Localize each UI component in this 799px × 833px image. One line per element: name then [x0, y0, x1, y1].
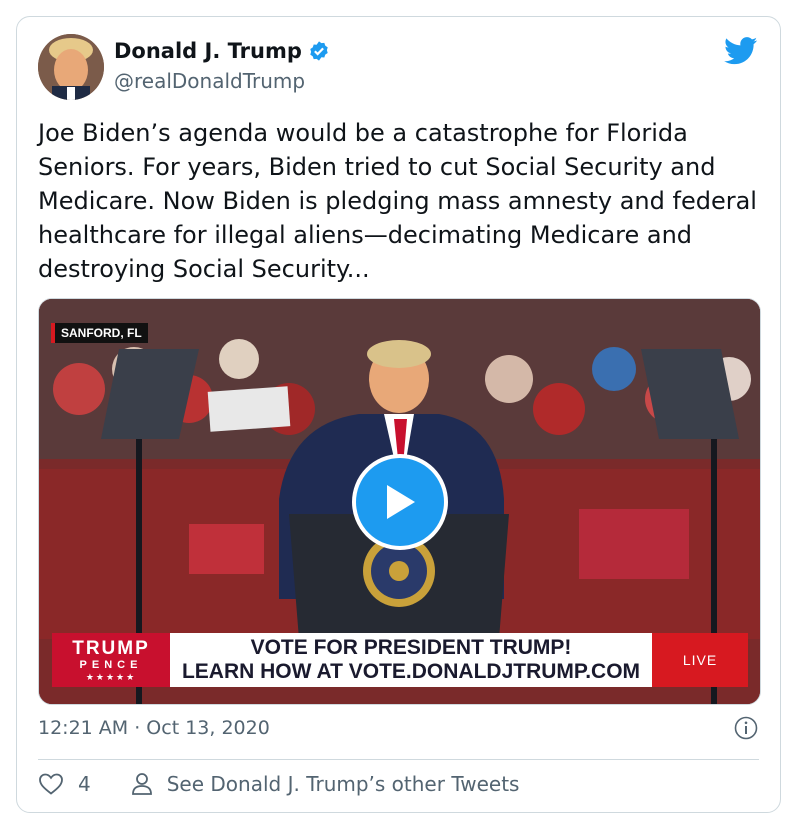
play-button[interactable]	[352, 454, 448, 550]
tweet-actions: 4 See Donald J. Trump’s other Tweets	[38, 772, 519, 796]
avatar[interactable]	[38, 34, 104, 100]
trump-pence-logo: TRUMP PENCE ★★★★★	[52, 633, 170, 687]
play-icon	[387, 485, 415, 519]
author-name-row[interactable]: Donald J. Trump	[114, 39, 330, 63]
heart-icon[interactable]	[38, 772, 64, 796]
banner-brand-line2: PENCE	[79, 658, 143, 671]
author-handle[interactable]: @realDonaldTrump	[114, 69, 305, 93]
verified-badge-icon	[310, 41, 328, 61]
like-count: 4	[78, 772, 91, 796]
info-icon[interactable]	[734, 716, 758, 740]
banner-brand-line1: TRUMP	[72, 637, 150, 659]
banner-line1: VOTE FOR PRESIDENT TRUMP!	[250, 636, 572, 659]
banner-message: VOTE FOR PRESIDENT TRUMP! LEARN HOW AT V…	[170, 633, 652, 687]
banner-brand-stars: ★★★★★	[85, 671, 137, 682]
tweet-card: Donald J. Trump @realDonaldTrump Joe Bid…	[16, 16, 781, 813]
see-other-tweets-link[interactable]: See Donald J. Trump’s other Tweets	[167, 772, 520, 796]
twitter-bird-icon[interactable]	[724, 37, 758, 65]
banner-line2: LEARN HOW AT VOTE.DONALDJTRUMP.COM	[181, 660, 641, 683]
tweet-timestamp[interactable]: 12:21 AM · Oct 13, 2020	[38, 717, 270, 739]
author-name[interactable]: Donald J. Trump	[114, 39, 302, 63]
video-player[interactable]: SANFORD, FL TRUMP PENCE ★★★★★ VOTE FOR P…	[38, 298, 761, 705]
live-badge: LIVE	[652, 633, 748, 687]
person-icon[interactable]	[131, 772, 153, 796]
video-lower-third: TRUMP PENCE ★★★★★ VOTE FOR PRESIDENT TRU…	[52, 633, 748, 687]
tweet-text: Joe Biden’s agenda would be a catastroph…	[38, 119, 757, 283]
divider	[38, 759, 759, 760]
location-tag: SANFORD, FL	[51, 323, 148, 343]
